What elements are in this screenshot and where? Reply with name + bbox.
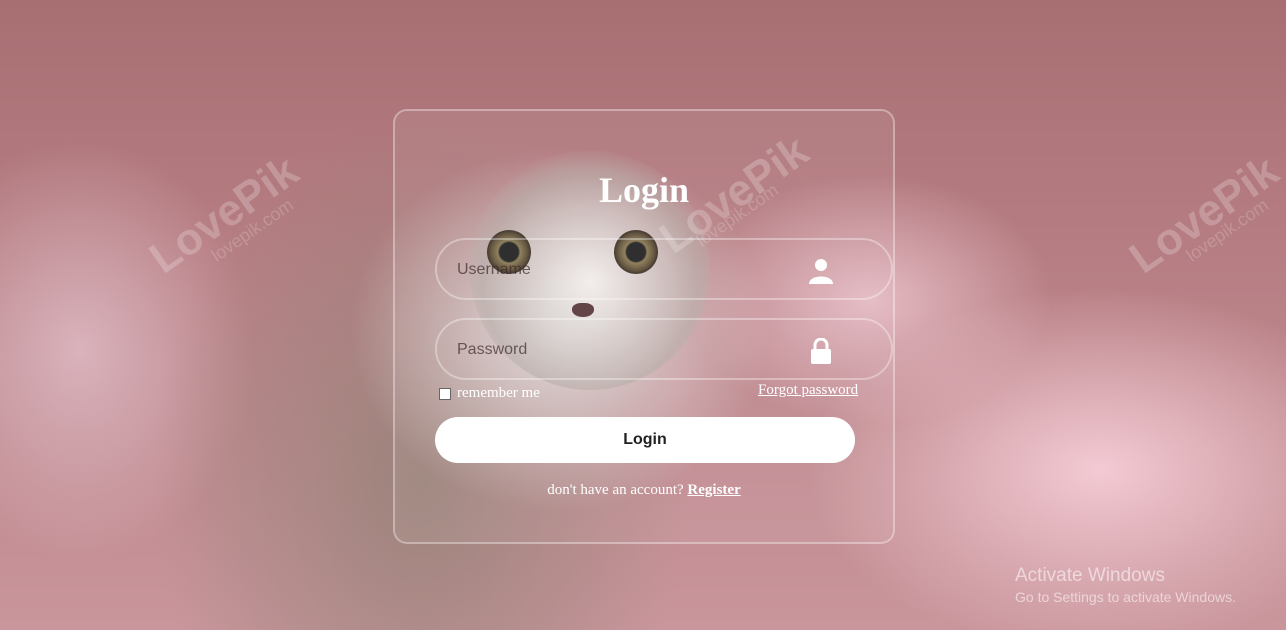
login-title: Login (598, 170, 690, 210)
forgot-password-link[interactable]: Forgot password (758, 382, 858, 399)
password-input[interactable] (455, 320, 799, 380)
remember-label: remember me (457, 385, 540, 401)
login-card: Login remember me Forgot password Login … (393, 109, 895, 544)
activate-windows-subtitle: Go to Settings to activate Windows. (1015, 589, 1236, 605)
username-field[interactable] (435, 238, 893, 300)
register-prompt-text: don't have an account? (547, 482, 684, 498)
activate-windows-title: Activate Windows (1015, 565, 1165, 586)
user-icon (809, 259, 833, 284)
password-field[interactable] (435, 318, 893, 380)
remember-me[interactable]: remember me (439, 385, 540, 402)
lock-icon (811, 338, 831, 364)
activate-windows-overlay: Activate Windows Go to Settings to activ… (1015, 565, 1236, 605)
register-prompt: don't have an account? Register (395, 482, 893, 499)
login-button[interactable]: Login (435, 417, 855, 463)
register-link[interactable]: Register (687, 482, 740, 498)
username-input[interactable] (455, 240, 799, 300)
remember-checkbox[interactable] (439, 387, 451, 400)
